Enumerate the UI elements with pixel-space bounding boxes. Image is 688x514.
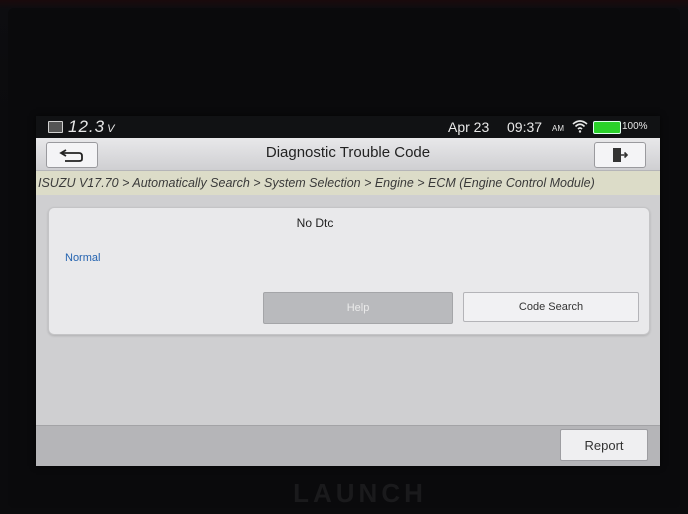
- battery-icon: [593, 121, 621, 134]
- code-search-button[interactable]: Code Search: [463, 292, 639, 322]
- voltage-unit: V: [107, 123, 116, 135]
- vehicle-battery-icon: [48, 121, 63, 133]
- voltage-value: 12.3: [68, 117, 106, 136]
- dtc-card: No Dtc Normal Help Code Search: [48, 207, 650, 335]
- wifi-icon: [572, 118, 588, 137]
- brand-logo: LAUNCH: [293, 478, 427, 508]
- dtc-status: Normal: [65, 252, 101, 264]
- report-button[interactable]: Report: [560, 429, 648, 461]
- status-date: Apr 23: [448, 119, 490, 135]
- status-time: 09:37: [507, 119, 543, 135]
- breadcrumb: ISUZU V17.70 > Automatically Search > Sy…: [36, 171, 660, 195]
- voltage-readout: 12.3 V: [68, 117, 115, 137]
- main-content: No Dtc Normal Help Code Search: [36, 195, 660, 425]
- bottom-bar: Report: [36, 425, 660, 466]
- help-button[interactable]: Help: [263, 292, 453, 324]
- exit-button[interactable]: [594, 142, 646, 168]
- exit-icon: [613, 148, 629, 162]
- page-title: Diagnostic Trouble Code: [265, 144, 431, 161]
- title-bar: Diagnostic Trouble Code: [36, 138, 660, 171]
- device-screen: 12.3 V Apr 23 09:37 AM 100% Diagnostic Tr…: [36, 116, 660, 466]
- dtc-title: No Dtc: [296, 216, 334, 230]
- status-bar: 12.3 V Apr 23 09:37 AM 100%: [36, 116, 660, 138]
- status-ampm: AM: [552, 124, 564, 133]
- battery-percent: 100%: [622, 121, 648, 132]
